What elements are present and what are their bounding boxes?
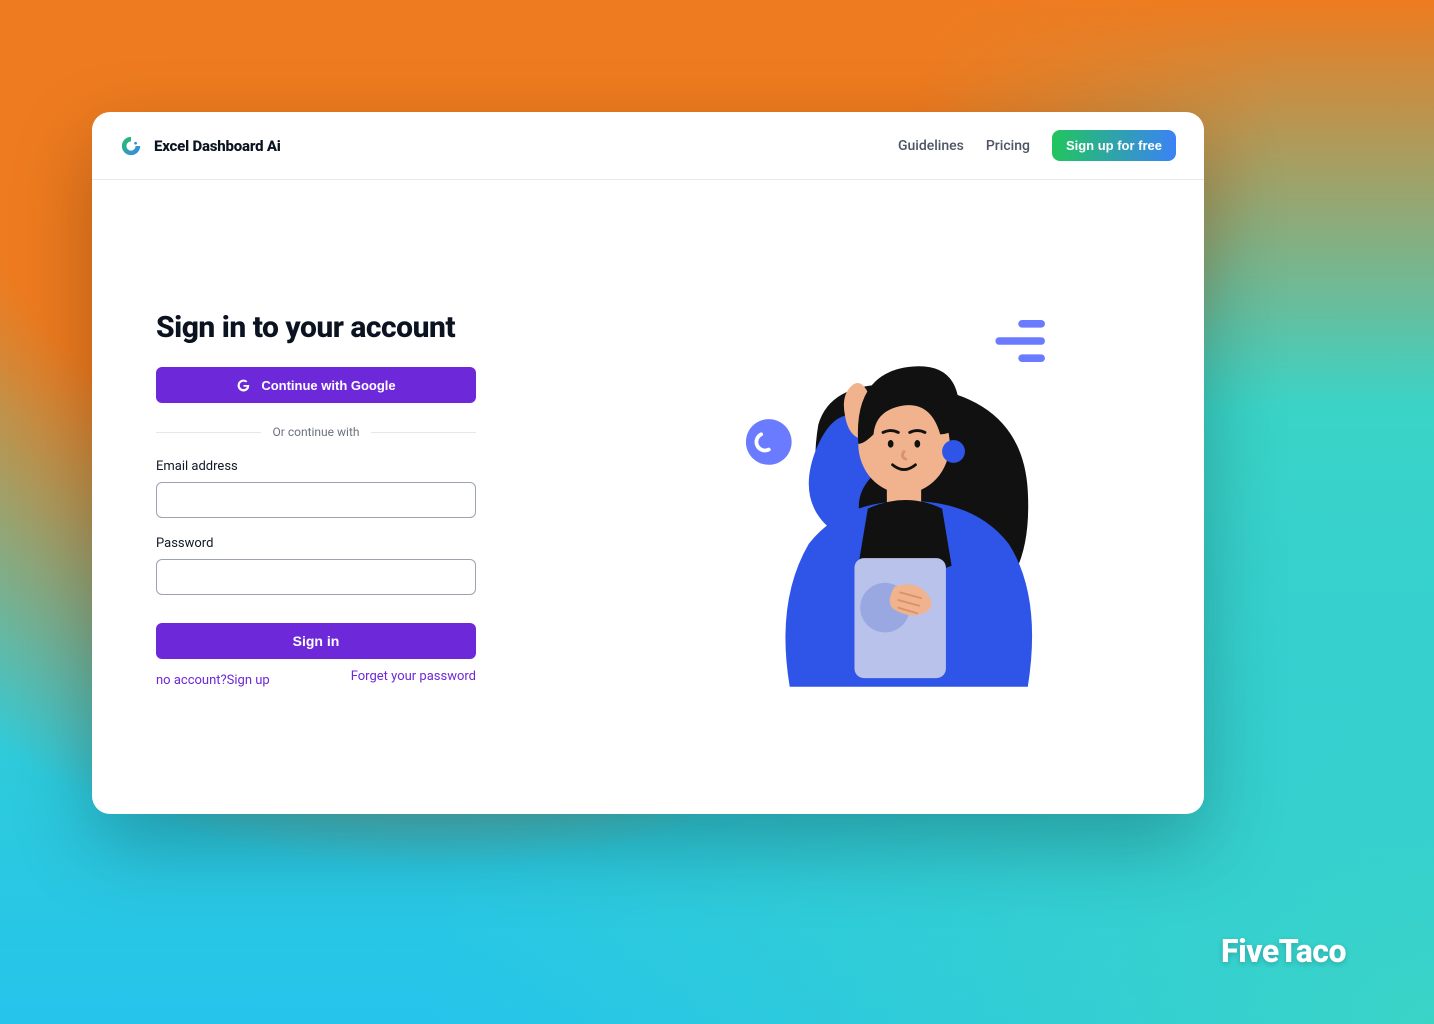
logo-icon [120, 135, 142, 157]
forgot-password-link[interactable]: Forget your password [351, 669, 476, 688]
brand: Excel Dashboard Ai [120, 135, 281, 157]
nav: Guidelines Pricing Sign up for free [898, 130, 1176, 161]
password-field[interactable] [156, 559, 476, 595]
password-label: Password [156, 536, 564, 551]
google-button-label: Continue with Google [261, 378, 395, 393]
content: Sign in to your account Continue with Go… [92, 180, 1204, 814]
signin-form: Sign in to your account Continue with Go… [92, 180, 604, 814]
app-window: Excel Dashboard Ai Guidelines Pricing Si… [92, 112, 1204, 814]
signup-link[interactable]: Sign up [227, 673, 270, 688]
google-icon [236, 378, 251, 393]
topbar: Excel Dashboard Ai Guidelines Pricing Si… [92, 112, 1204, 180]
illustration [604, 180, 1204, 814]
nav-guidelines[interactable]: Guidelines [898, 138, 964, 154]
signup-link-group: no account?Sign up [156, 669, 270, 688]
brand-name: Excel Dashboard Ai [154, 137, 281, 155]
signup-button[interactable]: Sign up for free [1052, 130, 1176, 161]
watermark: FiveTaco [1221, 932, 1346, 970]
links-row: no account?Sign up Forget your password [156, 669, 476, 688]
nav-pricing[interactable]: Pricing [986, 138, 1030, 154]
divider-text: Or continue with [273, 425, 360, 439]
continue-with-google-button[interactable]: Continue with Google [156, 367, 476, 403]
email-field[interactable] [156, 482, 476, 518]
page-title: Sign in to your account [156, 310, 564, 345]
divider: Or continue with [156, 425, 476, 439]
signup-prefix: no account? [156, 673, 227, 688]
email-label: Email address [156, 459, 564, 474]
person-illustration-icon [704, 301, 1104, 701]
signin-button[interactable]: Sign in [156, 623, 476, 659]
